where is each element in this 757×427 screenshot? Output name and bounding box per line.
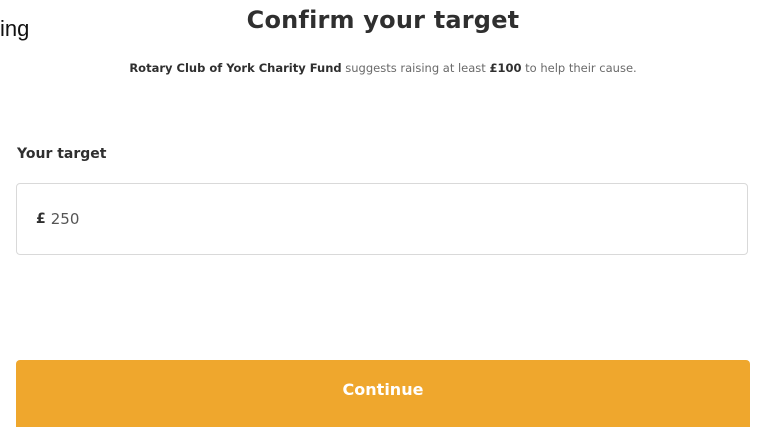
target-amount-input[interactable]: £ 250 bbox=[16, 183, 748, 255]
suggestion-text-before: suggests raising at least bbox=[341, 61, 490, 75]
target-suggestion-text: Rotary Club of York Charity Fund suggest… bbox=[0, 61, 757, 75]
page-title: Confirm your target bbox=[246, 6, 520, 34]
continue-button-label: Continue bbox=[342, 380, 424, 399]
currency-symbol: £ bbox=[36, 211, 46, 227]
charity-name: Rotary Club of York Charity Fund bbox=[129, 61, 342, 75]
suggested-amount: £100 bbox=[489, 61, 522, 75]
target-field-label: Your target bbox=[17, 146, 107, 162]
suggestion-text-after: to help their cause. bbox=[521, 61, 637, 75]
continue-button[interactable]: Continue bbox=[16, 360, 750, 427]
target-amount-value[interactable]: 250 bbox=[51, 210, 80, 228]
